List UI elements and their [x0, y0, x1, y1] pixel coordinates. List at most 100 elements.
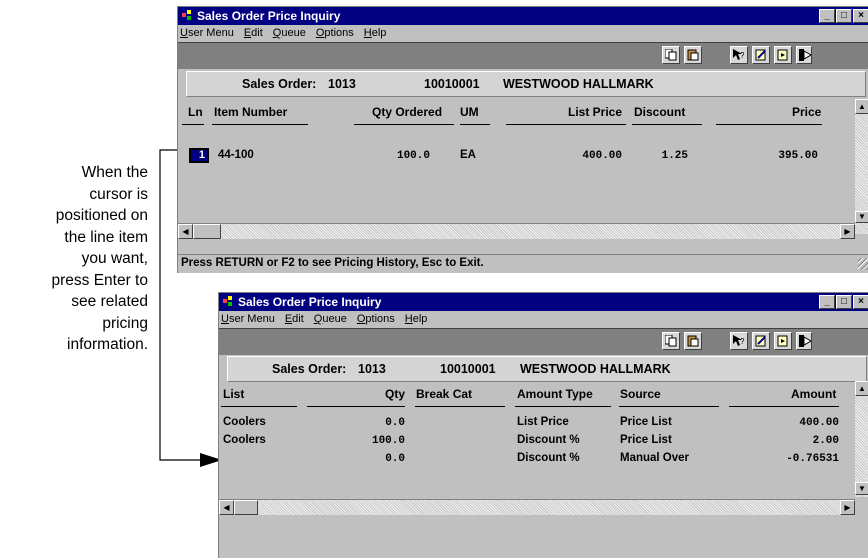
vertical-scrollbar[interactable]: ▲ ▼ [855, 99, 868, 234]
menu-bar: User Menu Edit Queue Options Help [219, 311, 868, 328]
scroll-right-button[interactable]: ▶ [840, 500, 855, 515]
menu-bar: User Menu Edit Queue Options Help [178, 25, 868, 42]
title-bar: Sales Order Price Inquiry _ □ × [178, 7, 868, 25]
svg-text:?: ? [740, 337, 745, 346]
note-edit-icon [755, 335, 766, 347]
copy-button[interactable] [662, 332, 680, 350]
scroll-up-button[interactable]: ▲ [855, 99, 868, 114]
col-list: List [223, 387, 245, 401]
minimize-button[interactable]: _ [819, 9, 835, 23]
price-inquiry-window: Sales Order Price Inquiry _ □ × User Men… [177, 6, 868, 273]
resize-grip[interactable] [858, 258, 868, 270]
scroll-right-button[interactable]: ▶ [840, 224, 855, 239]
close-button[interactable]: × [853, 295, 868, 309]
sales-order-label: Sales Order: [272, 362, 347, 376]
customer-number: 10010001 [424, 77, 480, 91]
scroll-thumb[interactable] [234, 500, 258, 515]
col-break-cat: Break Cat [416, 387, 473, 401]
discount-cell: 1.25 [661, 150, 688, 162]
scroll-left-button[interactable]: ◀ [219, 500, 234, 515]
menu-options[interactable]: Options [316, 25, 354, 42]
sales-order-label: Sales Order: [242, 77, 317, 91]
help-pointer-button[interactable]: ? [730, 46, 748, 64]
amount-type-cell: List Price [517, 416, 569, 428]
horizontal-scrollbar[interactable]: ◀ ▶ [219, 499, 855, 515]
scroll-down-button[interactable]: ▼ [855, 482, 868, 495]
menu-help[interactable]: Help [364, 25, 387, 42]
col-item-number: Item Number [214, 105, 288, 119]
menu-help[interactable]: Help [405, 311, 428, 328]
scroll-left-button[interactable]: ◀ [178, 224, 193, 239]
amount-type-cell: Discount % [517, 434, 580, 446]
menu-queue[interactable]: Queue [273, 25, 306, 42]
exit-icon [799, 49, 811, 61]
pricing-history-grid: List Qty Break Cat Amount Type Source Am… [219, 381, 868, 504]
paste-button[interactable] [684, 46, 702, 64]
scroll-up-button[interactable]: ▲ [855, 381, 868, 396]
line-item-grid: Ln Item Number Qty Ordered UM List Price… [178, 99, 868, 234]
close-button[interactable]: × [853, 9, 868, 23]
col-qty: Qty [385, 387, 406, 401]
vertical-scrollbar[interactable]: ▲ ▼ [855, 381, 868, 497]
um-cell: EA [460, 149, 476, 161]
menu-edit[interactable]: Edit [244, 25, 263, 42]
menu-user-menu[interactable]: User Menu [221, 311, 275, 328]
paste-button[interactable] [684, 332, 702, 350]
window-title: Sales Order Price Inquiry [238, 295, 382, 309]
help-pointer-button[interactable]: ? [730, 332, 748, 350]
exit-button[interactable] [796, 46, 812, 64]
pricing-history-window: Sales Order Price Inquiry _ □ × User Men… [218, 292, 868, 558]
toolbar: ? [219, 328, 868, 355]
forward-button[interactable] [774, 332, 792, 350]
help-arrow-icon: ? [733, 335, 745, 346]
qty-ordered-cell: 100.0 [396, 150, 430, 162]
menu-queue[interactable]: Queue [314, 311, 347, 328]
forward-arrow-icon [777, 335, 788, 347]
amount-cell: 2.00 [812, 435, 839, 447]
app-icon [223, 296, 232, 306]
horizontal-scrollbar[interactable]: ◀ ▶ [178, 223, 855, 239]
item-number-cell[interactable]: 44-100 [218, 149, 254, 161]
menu-edit[interactable]: Edit [285, 311, 304, 328]
col-list-price: List Price [568, 105, 623, 119]
customer-name: WESTWOOD HALLMARK [503, 77, 654, 91]
maximize-button[interactable]: □ [836, 9, 852, 23]
order-info-bar: Sales Order: 1013 10010001 WESTWOOD HALL… [227, 356, 867, 382]
help-arrow-icon: ? [733, 49, 745, 60]
sales-order-number: 1013 [358, 362, 386, 376]
maximize-button[interactable]: □ [836, 295, 852, 309]
scroll-down-button[interactable]: ▼ [855, 211, 868, 223]
source-cell: Manual Over [620, 452, 690, 464]
amount-type-cell: Discount % [517, 452, 580, 464]
copy-icon [665, 49, 677, 61]
qty-cell: 0.0 [385, 417, 405, 429]
title-bar: Sales Order Price Inquiry _ □ × [219, 293, 868, 311]
col-um: UM [460, 105, 479, 119]
amount-cell: 400.00 [799, 417, 839, 429]
edit-note-button[interactable] [752, 332, 770, 350]
customer-number: 10010001 [440, 362, 496, 376]
source-cell: Price List [620, 416, 672, 428]
paste-icon [687, 49, 699, 61]
edit-note-button[interactable] [752, 46, 770, 64]
svg-text:?: ? [740, 51, 745, 60]
scroll-thumb[interactable] [193, 224, 221, 239]
app-icon [182, 10, 191, 20]
note-edit-icon [755, 49, 766, 61]
sales-order-number: 1013 [328, 77, 356, 91]
copy-button[interactable] [662, 46, 680, 64]
status-text: Press RETURN or F2 to see Pricing Histor… [181, 257, 484, 269]
exit-button[interactable] [796, 332, 812, 350]
col-amount-type: Amount Type [517, 387, 593, 401]
line-number-field[interactable]: 1 [189, 148, 209, 163]
col-ln: Ln [188, 105, 203, 119]
exit-icon [799, 335, 811, 347]
menu-user-menu[interactable]: User Menu [180, 25, 234, 42]
amount-cell: -0.76531 [786, 453, 839, 465]
col-amount: Amount [791, 387, 837, 401]
menu-options[interactable]: Options [357, 311, 395, 328]
toolbar: ? [178, 42, 868, 69]
source-cell: Price List [620, 434, 672, 446]
minimize-button[interactable]: _ [819, 295, 835, 309]
forward-button[interactable] [774, 46, 792, 64]
